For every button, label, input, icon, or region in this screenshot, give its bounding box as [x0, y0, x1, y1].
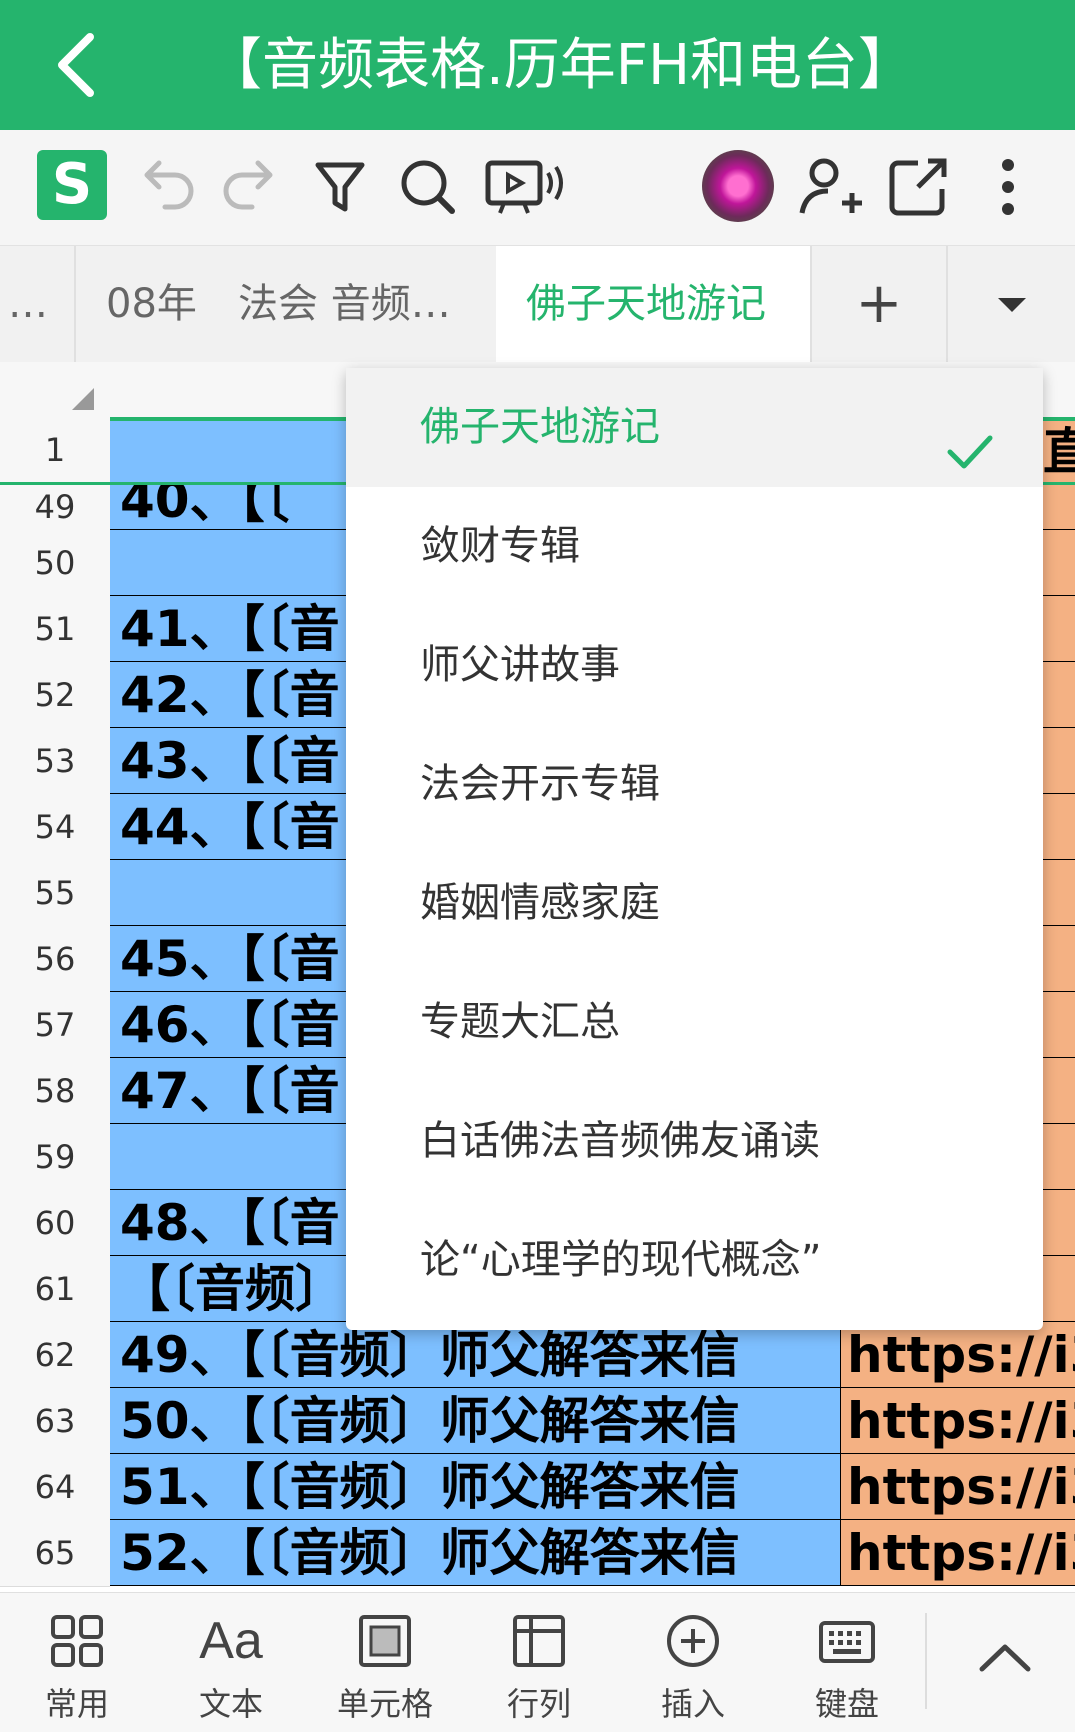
- sheet-menu-item[interactable]: 师父讲故事: [346, 606, 1043, 725]
- row-header[interactable]: 58: [0, 1058, 110, 1125]
- row-header[interactable]: 61: [0, 1256, 110, 1323]
- expand-up-icon[interactable]: [970, 1623, 1040, 1693]
- undo-icon[interactable]: [125, 147, 205, 227]
- toolbar: S: [0, 130, 1075, 246]
- add-collaborator-icon[interactable]: [790, 147, 870, 227]
- row-header[interactable]: 51: [0, 596, 110, 663]
- tab-overflow[interactable]: …: [8, 246, 48, 362]
- common-tools-label: 常用: [44, 1685, 109, 1723]
- tab-foozi-tiandi[interactable]: 佛子天地游记: [496, 246, 810, 362]
- share-icon[interactable]: [878, 147, 958, 227]
- more-menu-icon[interactable]: [968, 147, 1048, 227]
- grid-cell[interactable]: 直扌: [1043, 421, 1075, 483]
- sheet-list-dropdown-icon[interactable]: [990, 286, 1034, 322]
- insert-icon: [667, 1615, 719, 1667]
- row-header[interactable]: 57: [0, 992, 110, 1059]
- search-icon[interactable]: [388, 147, 468, 227]
- grid-cell[interactable]: https://i3.: [840, 1454, 1075, 1520]
- redo-icon[interactable]: [212, 147, 292, 227]
- document-title: 【音频表格.历年FH和电台】: [205, 33, 915, 98]
- sheet-list-menu: 佛子天地游记 敛财专辑 师父讲故事 法会开示专辑 婚姻情感家庭 专题大汇总 白话…: [346, 368, 1043, 1330]
- sheet-menu-item[interactable]: 法会开示专辑: [346, 725, 1043, 844]
- cell-format-button[interactable]: 单元格: [315, 1593, 455, 1732]
- keyboard-icon: [819, 1621, 875, 1663]
- row-header[interactable]: 55: [0, 860, 110, 927]
- row-header[interactable]: 59: [0, 1124, 110, 1191]
- grid-cell[interactable]: 52、【〔音频〕师父解答来信: [110, 1520, 840, 1586]
- grid-cell[interactable]: 50、【〔音频〕师父解答来信: [110, 1388, 840, 1454]
- divider: [925, 1613, 927, 1709]
- row-header[interactable]: 64: [0, 1454, 110, 1521]
- back-icon[interactable]: [40, 25, 120, 105]
- filter-icon[interactable]: [300, 147, 380, 227]
- common-tools-button[interactable]: 常用: [7, 1593, 147, 1732]
- insert-label: 插入: [660, 1685, 725, 1723]
- row-header[interactable]: 53: [0, 728, 110, 795]
- sheet-tab-bar: … 08年 法会 音频… 佛子天地游记 +: [0, 246, 1075, 363]
- row-header[interactable]: 52: [0, 662, 110, 729]
- row-header[interactable]: 50: [0, 530, 110, 597]
- insert-button[interactable]: 插入: [623, 1593, 763, 1732]
- tab-08[interactable]: 08年: [106, 246, 197, 362]
- row-header[interactable]: 49: [0, 485, 110, 531]
- row-header[interactable]: 56: [0, 926, 110, 993]
- title-bar: 【音频表格.历年FH和电台】: [0, 0, 1075, 130]
- grid-cell[interactable]: 49、【〔音频〕师父解答来信: [110, 1322, 840, 1388]
- tab-fahui-audio[interactable]: 法会 音频…: [238, 246, 451, 362]
- row-column-button[interactable]: 行列: [469, 1593, 609, 1732]
- sheet-menu-item[interactable]: 婚姻情感家庭: [346, 844, 1043, 963]
- text-format-label: 文本: [198, 1685, 263, 1723]
- sheet-menu-item[interactable]: 专题大汇总: [346, 963, 1043, 1082]
- sheet-menu-item[interactable]: 论“心理学的现代概念”: [346, 1201, 1043, 1320]
- bottom-toolbar: 常用 Aa 文本 单元格 行列 插入 键盘: [0, 1592, 1075, 1732]
- select-all-corner[interactable]: [0, 362, 110, 417]
- row-header[interactable]: 63: [0, 1388, 110, 1455]
- row-column-label: 行列: [506, 1685, 571, 1723]
- row-header[interactable]: 62: [0, 1322, 110, 1389]
- row-header[interactable]: 54: [0, 794, 110, 861]
- user-avatar[interactable]: [702, 150, 774, 222]
- cell-format-label: 单元格: [336, 1685, 433, 1723]
- keyboard-label: 键盘: [814, 1685, 879, 1723]
- keyboard-button[interactable]: 键盘: [777, 1593, 917, 1732]
- text-format-icon: Aa: [199, 1612, 263, 1670]
- grid-cell[interactable]: https://i3.: [840, 1388, 1075, 1454]
- sheet-menu-item-label: 佛子天地游记: [420, 404, 660, 450]
- text-format-button[interactable]: Aa 文本: [161, 1593, 301, 1732]
- row-header[interactable]: 1: [0, 417, 110, 484]
- check-icon: [946, 404, 994, 469]
- grid-icon: [51, 1615, 103, 1667]
- cell-icon: [359, 1615, 411, 1667]
- grid-cell[interactable]: https://i3.: [840, 1520, 1075, 1586]
- play-audio-icon[interactable]: [480, 147, 580, 227]
- grid-cell[interactable]: 51、【〔音频〕师父解答来信: [110, 1454, 840, 1520]
- row-header[interactable]: 60: [0, 1190, 110, 1257]
- sheet-menu-item[interactable]: 白话佛法音频佛友诵读: [346, 1082, 1043, 1201]
- sheet-menu-item[interactable]: 佛子天地游记: [346, 368, 1043, 487]
- row-header[interactable]: 65: [0, 1520, 110, 1587]
- add-sheet-button[interactable]: +: [812, 246, 946, 362]
- sheet-menu-item[interactable]: 敛财专辑: [346, 487, 1043, 606]
- row-column-icon: [513, 1615, 565, 1667]
- grid-cell[interactable]: https://i3.: [840, 1322, 1075, 1388]
- app-logo-icon[interactable]: S: [37, 150, 107, 220]
